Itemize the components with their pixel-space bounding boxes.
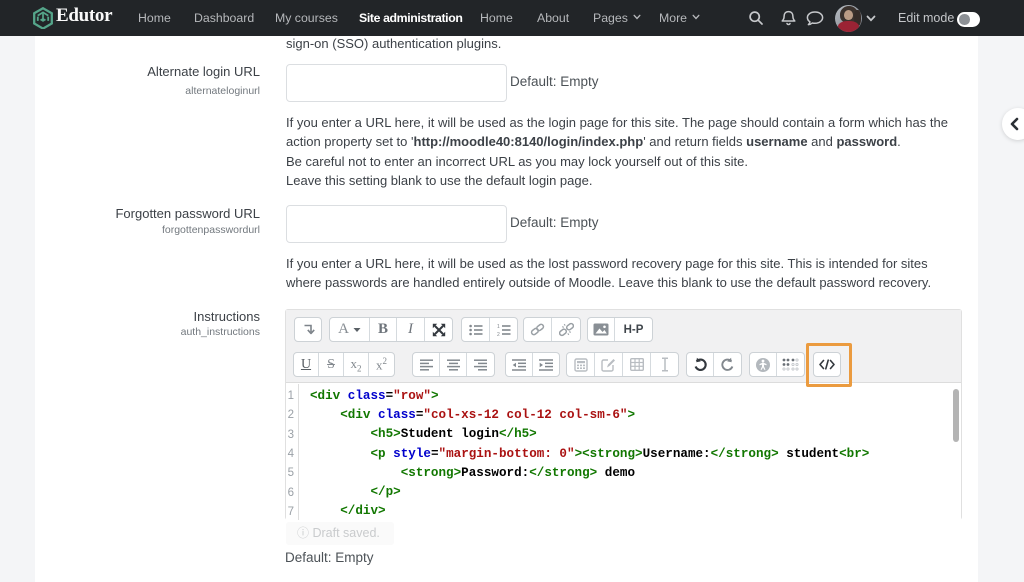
svg-text:1: 1 (497, 324, 500, 330)
svg-text:2: 2 (497, 331, 500, 335)
